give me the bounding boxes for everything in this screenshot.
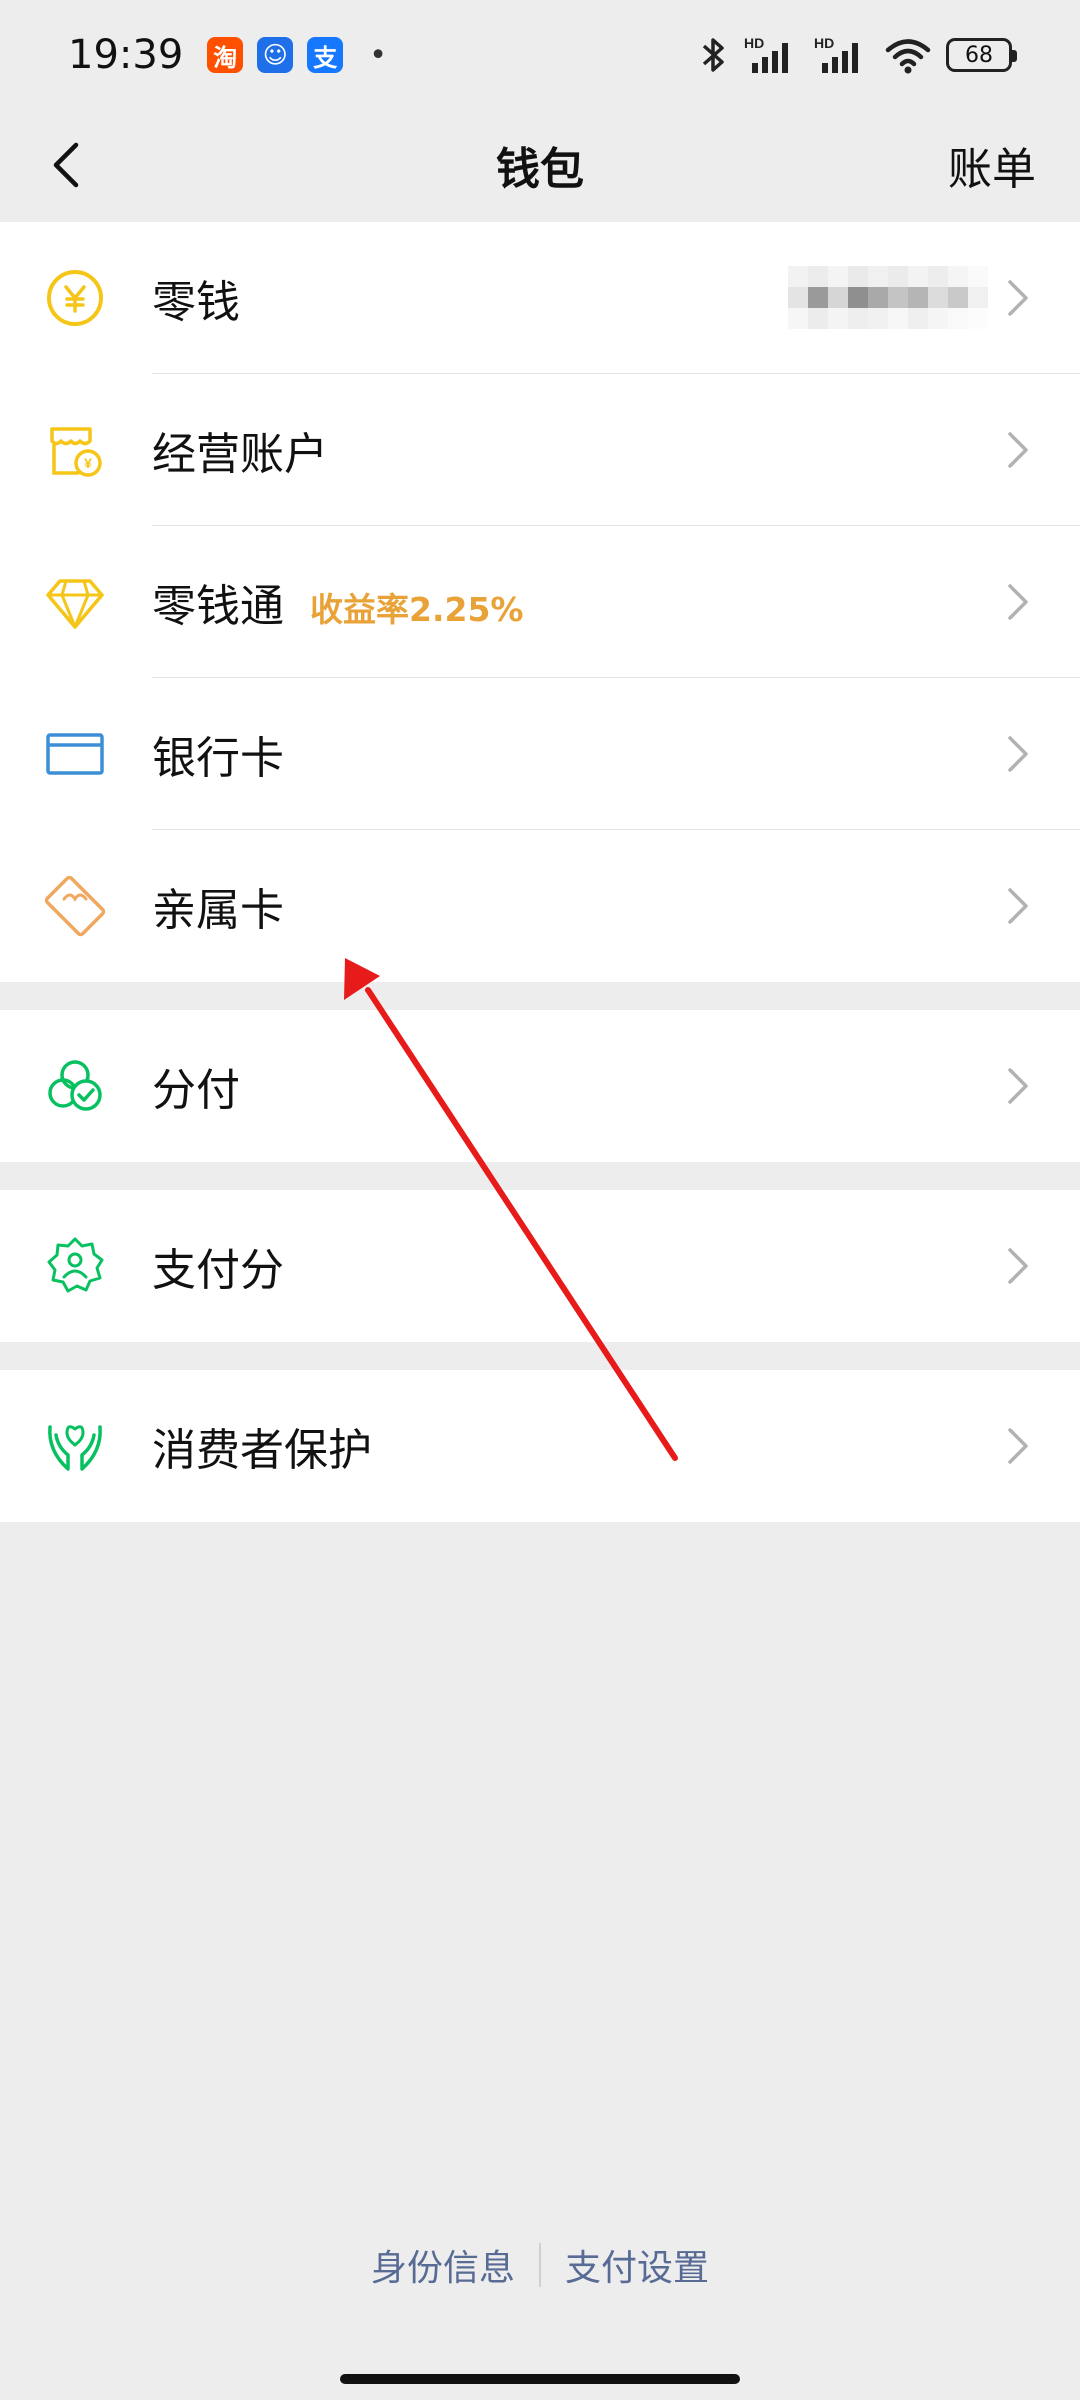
- chevron-right-icon: [1008, 584, 1028, 620]
- home-indicator[interactable]: [340, 2374, 740, 2384]
- yuan-coin-icon: [47, 270, 103, 326]
- bill-button[interactable]: 账单: [948, 133, 1036, 197]
- chevron-right-icon: [1008, 888, 1028, 924]
- menu-item-change[interactable]: 零钱: [0, 222, 1080, 374]
- wallet-main-group: 零钱 ¥ 经营账户 零钱通 收益率2.25% 银行卡 亲属卡: [0, 222, 1080, 982]
- menu-item-consumer-protection[interactable]: 消费者保护: [0, 1370, 1080, 1522]
- signal-icon-2: HD: [814, 35, 858, 73]
- menu-item-label: 零钱: [152, 277, 240, 328]
- menu-item-lingqiantong[interactable]: 零钱通 收益率2.25%: [0, 526, 1080, 678]
- battery-level: 68: [965, 42, 993, 68]
- bank-card-icon: [46, 733, 104, 775]
- family-card-icon: [44, 875, 106, 937]
- chevron-right-icon: [1008, 736, 1028, 772]
- chevron-right-icon: [1008, 432, 1028, 468]
- chevron-right-icon: [1008, 280, 1028, 316]
- chevron-right-icon: [1008, 1248, 1028, 1284]
- signal-icon-1: HD: [744, 35, 788, 73]
- menu-item-label-wrap: 零钱通 收益率2.25%: [152, 570, 524, 634]
- nav-bar: 钱包 账单: [0, 110, 1080, 220]
- menu-item-label: 亲属卡: [152, 885, 284, 936]
- menu-item-family-card[interactable]: 亲属卡: [0, 830, 1080, 982]
- battery-indicator: 68: [946, 38, 1017, 72]
- menu-item-label: 零钱通: [152, 581, 284, 632]
- status-time: 19:39: [68, 32, 184, 78]
- status-bar: 19:39 淘 ☺ 支 • HD HD 68: [0, 0, 1080, 110]
- balance-mosaic: [788, 266, 988, 330]
- payment-settings-link[interactable]: 支付设置: [565, 2239, 709, 2291]
- back-chevron-icon[interactable]: [38, 135, 98, 195]
- pay-score-group: 支付分: [0, 1190, 1080, 1342]
- menu-item-pay-score[interactable]: 支付分: [0, 1190, 1080, 1342]
- alipay-icon: 支: [307, 37, 344, 73]
- taobao-icon: 淘: [207, 37, 244, 73]
- footer-divider: [539, 2243, 541, 2287]
- identity-info-link[interactable]: 身份信息: [371, 2239, 515, 2291]
- page-title: 钱包: [496, 144, 584, 195]
- installment-group: 分付: [0, 1010, 1080, 1162]
- chevron-right-icon: [1008, 1428, 1028, 1464]
- menu-item-label: 消费者保护: [152, 1425, 372, 1476]
- wifi-icon: [885, 39, 931, 74]
- chevron-right-icon: [1008, 1068, 1028, 1104]
- menu-item-label: 分付: [152, 1065, 240, 1116]
- menu-item-label: 支付分: [152, 1245, 284, 1296]
- consumer-protection-group: 消费者保护: [0, 1370, 1080, 1522]
- status-icons: HD HD 68: [696, 35, 1017, 75]
- bluetooth-icon: [702, 38, 724, 72]
- yield-rate-tag: 收益率2.25%: [310, 590, 524, 629]
- footer-links: 身份信息 支付设置: [0, 2240, 1080, 2290]
- svg-text:¥: ¥: [84, 455, 92, 471]
- menu-item-label: 经营账户: [152, 429, 328, 480]
- hd-label-1: HD: [744, 35, 764, 51]
- protection-hands-icon: [48, 1425, 102, 1471]
- menu-item-label: 银行卡: [152, 733, 284, 784]
- diamond-icon: [46, 579, 104, 629]
- pay-score-badge-icon: [47, 1237, 104, 1293]
- menu-item-bank-card[interactable]: 银行卡: [0, 678, 1080, 830]
- installment-icon: [48, 1060, 102, 1111]
- hd-label-2: HD: [814, 35, 834, 51]
- wallet-screen: 19:39 淘 ☺ 支 • HD HD 68 钱包 账单 零钱 ¥ 经营账户 零…: [0, 0, 1080, 2400]
- menu-item-installment[interactable]: 分付: [0, 1010, 1080, 1162]
- notification-dot: •: [369, 37, 387, 73]
- shop-coin-icon: ¥: [50, 427, 102, 477]
- menu-item-business-account[interactable]: ¥ 经营账户: [0, 374, 1080, 526]
- chat-app-icon: ☺: [257, 37, 294, 73]
